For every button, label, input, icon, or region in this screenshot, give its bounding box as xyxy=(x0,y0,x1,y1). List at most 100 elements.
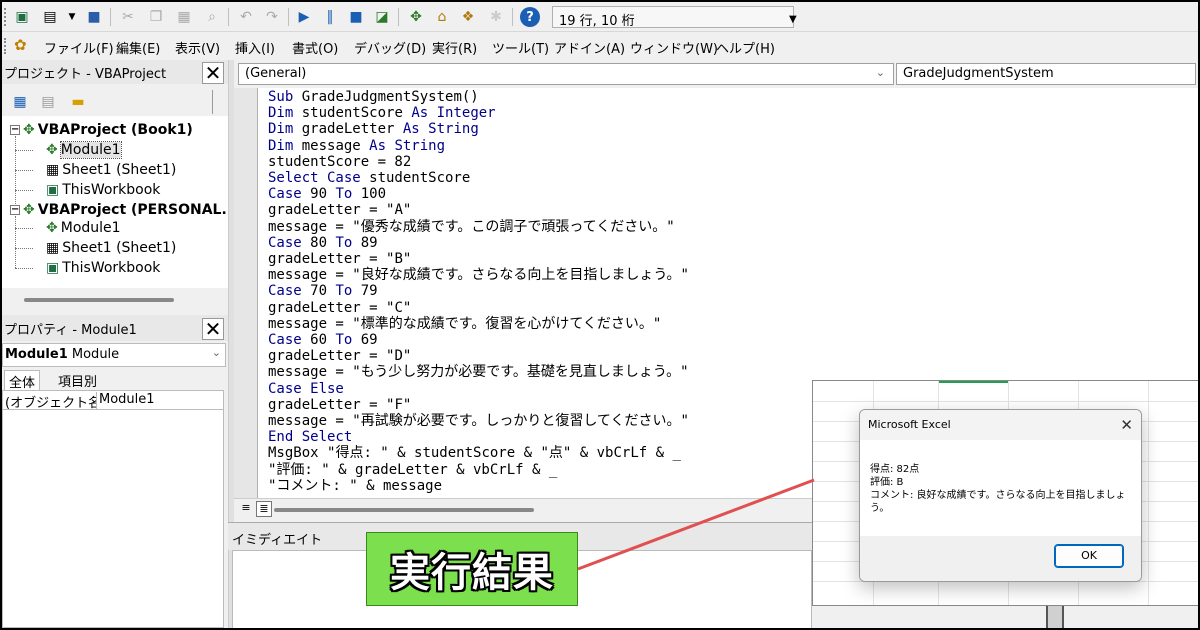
pause-icon[interactable]: ‖ xyxy=(320,7,340,27)
toolbox-icon[interactable]: ✱ xyxy=(486,7,506,27)
tree-item-sheet1[interactable]: ▦ Sheet1 (Sheet1) xyxy=(46,162,176,178)
copy-icon[interactable]: ❐ xyxy=(146,7,166,27)
menu-file[interactable]: ファイル(F) xyxy=(44,38,114,57)
workbook-icon: ▣ xyxy=(46,182,60,198)
project-hscrollbar[interactable] xyxy=(2,288,228,314)
menu-debug[interactable]: デバッグ(D) xyxy=(354,38,426,57)
code-line[interactable]: gradeLetter = "F" xyxy=(268,397,411,413)
menu-insert[interactable]: 挿入(I) xyxy=(235,38,275,57)
insert-form-icon[interactable]: ▤ xyxy=(40,7,60,27)
code-line[interactable]: gradeLetter = "B" xyxy=(268,251,411,267)
tree-line xyxy=(15,136,16,208)
project-close-button[interactable]: ✕ xyxy=(202,62,224,84)
code-line[interactable]: Case 90 To 100 xyxy=(268,186,386,202)
code-line[interactable]: End Select xyxy=(268,429,352,445)
run-icon[interactable]: ▶ xyxy=(294,7,314,27)
scrollbar-thumb[interactable] xyxy=(24,298,174,302)
grid-line xyxy=(813,401,1198,402)
result-callout: 実行結果 xyxy=(366,532,578,606)
chevron-down-icon[interactable]: ▼ xyxy=(62,7,82,27)
design-mode-icon[interactable]: ◪ xyxy=(372,7,392,27)
menu-window[interactable]: ウィンドウ(W) xyxy=(630,38,718,57)
tree-item-module1[interactable]: ✥ Module1 xyxy=(46,141,122,159)
menu-format[interactable]: 書式(O) xyxy=(292,38,338,57)
project-scroll-indicator[interactable] xyxy=(212,90,224,114)
menubar-grip[interactable] xyxy=(4,38,8,54)
code-line[interactable]: gradeLetter = "C" xyxy=(268,300,411,316)
excel-icon[interactable]: ▣ xyxy=(12,7,32,27)
toolbar-grip[interactable] xyxy=(4,8,8,26)
close-icon[interactable]: ✕ xyxy=(1120,416,1133,434)
properties-object-select[interactable]: Module1 Module ⌄ xyxy=(2,343,226,367)
save-icon[interactable]: ■ xyxy=(84,7,104,27)
code-line[interactable]: Select Case studentScore xyxy=(268,170,470,186)
tree-item-vbaproject-book1[interactable]: − ✥ VBAProject (Book1) xyxy=(10,122,193,138)
stop-icon[interactable]: ■ xyxy=(346,7,366,27)
code-line[interactable]: Case 60 To 69 xyxy=(268,332,378,348)
code-line[interactable]: message = "優秀な成績です。この調子で頑張ってください。" xyxy=(268,219,675,235)
toolbar-overflow-icon[interactable]: ▼ xyxy=(789,14,801,28)
code-line[interactable]: message = "良好な成績です。さらなる向上を目指しましょう。" xyxy=(268,267,689,283)
tree-item-thisworkbook[interactable]: ▣ ThisWorkbook xyxy=(46,260,160,276)
view-object-icon[interactable]: ▤ xyxy=(38,92,58,112)
code-line[interactable]: message = "標準的な成績です。復習を心がけてください。" xyxy=(268,316,661,332)
code-line[interactable]: "評価: " & gradeLetter & vbCrLf & _ xyxy=(268,462,557,478)
tree-item-vbaproject-personal[interactable]: − ✥ VBAProject (PERSONAL.) xyxy=(10,202,233,218)
tree-item-sheet1[interactable]: ▦ Sheet1 (Sheet1) xyxy=(46,240,176,256)
tree-item-label: Module1 xyxy=(60,220,121,236)
object-browser-icon[interactable]: ❖ xyxy=(458,7,478,27)
object-combo-value: (General) xyxy=(245,66,307,81)
code-line[interactable]: Sub GradeJudgmentSystem() xyxy=(268,89,479,105)
code-line[interactable]: Case Else xyxy=(268,381,344,397)
toolbar-separator xyxy=(288,8,289,26)
collapse-icon[interactable]: − xyxy=(10,125,20,135)
tree-item-module1[interactable]: ✥ Module1 xyxy=(46,220,121,236)
code-line[interactable]: message = "もう少し努力が必要です。基礎を見直しましょう。" xyxy=(268,364,689,380)
tab-categorized[interactable]: 項目別 xyxy=(54,370,101,391)
help-icon[interactable]: ? xyxy=(520,7,540,27)
menu-addins[interactable]: アドイン(A) xyxy=(554,38,625,57)
code-margin[interactable] xyxy=(234,88,258,498)
ok-button[interactable]: OK xyxy=(1054,544,1124,568)
cut-icon[interactable]: ✂ xyxy=(118,7,138,27)
message-box: Microsoft Excel ✕ 得点: 82点 評価: B コメント: 良好… xyxy=(859,409,1142,582)
code-line[interactable]: gradeLetter = "A" xyxy=(268,202,411,218)
menu-run[interactable]: 実行(R) xyxy=(432,38,477,57)
code-line[interactable]: studentScore = 82 xyxy=(268,154,411,170)
code-line[interactable]: Dim studentScore As Integer xyxy=(268,105,496,121)
property-value[interactable]: Module1 xyxy=(97,392,223,410)
menu-tools[interactable]: ツール(T) xyxy=(492,38,549,57)
project-explorer-icon[interactable]: ✥ xyxy=(406,7,426,27)
procedure-view-icon[interactable]: ≡ xyxy=(238,501,254,517)
code-line[interactable]: Dim gradeLetter As String xyxy=(268,121,479,137)
find-icon[interactable]: ⌕ xyxy=(202,7,222,27)
toggle-folders-icon[interactable]: ▬ xyxy=(68,92,88,112)
code-hscrollbar-thumb[interactable] xyxy=(274,508,534,512)
menu-view[interactable]: 表示(V) xyxy=(175,38,220,57)
property-row[interactable]: (オブジェクト名) Module1 xyxy=(3,392,223,410)
tree-item-thisworkbook[interactable]: ▣ ThisWorkbook xyxy=(46,182,160,198)
view-code-icon[interactable]: ▦ xyxy=(10,92,30,112)
full-module-view-icon[interactable]: ≣ xyxy=(256,501,272,517)
code-line[interactable]: MsgBox "得点: " & studentScore & "点" & vbC… xyxy=(268,445,681,461)
tab-alphabetic[interactable]: 全体 xyxy=(4,370,41,392)
object-combo[interactable]: (General) ⌄ xyxy=(238,63,894,85)
collapse-icon[interactable]: − xyxy=(10,205,20,215)
properties-icon[interactable]: ⌂ xyxy=(432,7,452,27)
code-line[interactable]: "コメント: " & message xyxy=(268,478,442,494)
properties-close-button[interactable]: ✕ xyxy=(202,318,224,340)
chevron-down-icon[interactable]: ⌄ xyxy=(876,66,885,79)
code-line[interactable]: Case 70 To 79 xyxy=(268,283,378,299)
paste-icon[interactable]: ▦ xyxy=(174,7,194,27)
menu-edit[interactable]: 編集(E) xyxy=(116,38,160,57)
undo-icon[interactable]: ↶ xyxy=(236,7,256,27)
code-line[interactable]: message = "再試験が必要です。しっかりと復習してください。" xyxy=(268,413,689,429)
code-line[interactable]: Case 80 To 89 xyxy=(268,235,378,251)
procedure-combo[interactable]: GradeJudgmentSystem xyxy=(896,63,1196,85)
vbe-app-icon[interactable]: ✿ xyxy=(14,36,34,56)
chevron-down-icon[interactable]: ⌄ xyxy=(212,346,221,359)
code-line[interactable]: Dim message As String xyxy=(268,138,445,154)
redo-icon[interactable]: ↷ xyxy=(262,7,282,27)
code-line[interactable]: gradeLetter = "D" xyxy=(268,348,411,364)
menu-help[interactable]: ヘルプ(H) xyxy=(716,38,775,57)
